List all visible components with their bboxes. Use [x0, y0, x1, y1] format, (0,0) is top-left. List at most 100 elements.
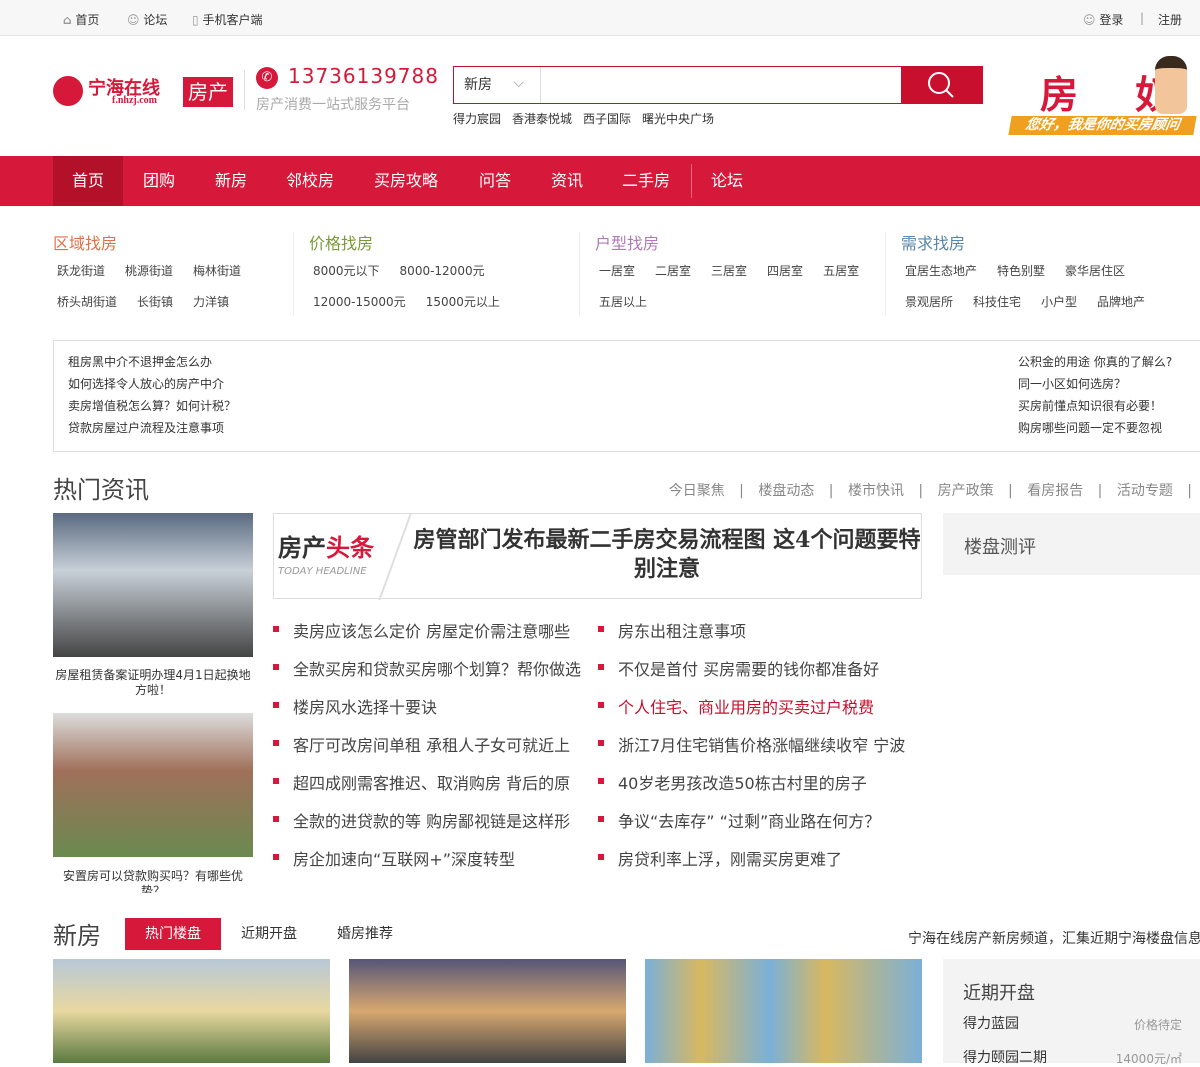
property-photo[interactable] — [53, 959, 330, 1063]
category-link[interactable]: 8000元以下 — [313, 262, 380, 279]
subnav-link[interactable]: 楼市快讯 — [848, 483, 904, 499]
property-price: 14000元/㎡ — [1115, 1052, 1182, 1066]
advisor-tagline[interactable]: 您好，我是你的买房顾问 — [1008, 116, 1197, 135]
category-title[interactable]: 需求找房 — [901, 230, 1161, 254]
category-link[interactable]: 二居室 — [655, 262, 691, 279]
category-link[interactable]: 宜居生态地产 — [905, 262, 977, 279]
tab-recent[interactable]: 近期开盘 — [221, 918, 317, 950]
nav-group-buy[interactable]: 团购 — [123, 156, 195, 206]
news-item[interactable]: 全款买房和贷款买房哪个划算？帮你做选 — [273, 656, 593, 694]
tip-link[interactable]: 购房哪些问题一定不要忽视 — [1018, 417, 1172, 439]
news-item[interactable]: 不仅是首付 买房需要的钱你都准备好 — [598, 656, 928, 694]
photo-caption[interactable]: 安置房可以贷款购买吗？有哪些优势？ — [53, 869, 253, 893]
photo-caption[interactable]: 房屋租赁备案证明办理4月1日起换地方啦！ — [53, 668, 253, 698]
register-link[interactable]: 注册 — [1158, 11, 1182, 28]
category-title[interactable]: 区域找房 — [53, 230, 257, 254]
tip-link[interactable]: 买房前懂点知识很有必要！ — [1018, 395, 1172, 417]
headline-title[interactable]: 房管部门发布最新二手房交易流程图 这4个问题要特别注意 — [412, 526, 922, 584]
subnav-link[interactable]: 房产政策 — [938, 483, 994, 499]
category-link[interactable]: 15000元以上 — [426, 293, 500, 310]
category-link[interactable]: 一居室 — [599, 262, 635, 279]
news-item[interactable]: 房企加速向“互联网+”深度转型 — [273, 846, 593, 884]
category-link[interactable]: 五居室 — [823, 262, 859, 279]
recent-openings-panel: 近期开盘 得力蓝园 价格待定 得力颐园二期 14000元/㎡ — [943, 959, 1200, 1066]
nav-new-homes[interactable]: 新房 — [195, 156, 267, 206]
news-item[interactable]: 超四成刚需客推迟、取消购房 背后的原 — [273, 770, 593, 808]
search-input[interactable] — [544, 69, 899, 101]
tip-link[interactable]: 如何选择令人放心的房产中介 — [68, 373, 236, 395]
headline-box[interactable]: 房产头条 TODAY HEADLINE 房管部门发布最新二手房交易流程图 这4个… — [273, 513, 922, 600]
category-link[interactable]: 三居室 — [711, 262, 747, 279]
nav-school-homes[interactable]: 邻校房 — [267, 156, 353, 206]
subnav-link[interactable]: 活动专题 — [1117, 483, 1173, 499]
tip-link[interactable]: 贷款房屋过户流程及注意事项 — [68, 417, 236, 439]
category-link[interactable]: 小户型 — [1041, 293, 1077, 310]
property-name[interactable]: 得力颐园二期 — [963, 1047, 1047, 1067]
forum-link[interactable]: ☺ 论坛 — [127, 11, 167, 28]
nav-forum[interactable]: 论坛 — [693, 156, 761, 206]
category-link[interactable]: 12000-15000元 — [313, 293, 406, 310]
category-link[interactable]: 豪华居住区 — [1065, 262, 1125, 279]
home-link[interactable]: ⌂ 首页 — [63, 11, 99, 28]
tab-hot[interactable]: 热门楼盘 — [125, 918, 221, 950]
subnav-link[interactable]: 看房报告 — [1027, 483, 1083, 499]
news-photo[interactable] — [53, 713, 253, 857]
nav-news[interactable]: 资讯 — [531, 156, 603, 206]
news-item[interactable]: 浙江7月住宅销售价格涨幅继续收窄 宁波 — [598, 732, 928, 770]
category-link[interactable]: 科技住宅 — [973, 293, 1021, 310]
logo-icon[interactable] — [53, 76, 83, 106]
news-item[interactable]: 房东出租注意事项 — [598, 618, 928, 656]
category-link[interactable]: 梅林街道 — [193, 262, 241, 279]
subnav-link[interactable]: 今日聚焦 — [669, 483, 725, 499]
category-link[interactable]: 五居以上 — [599, 293, 647, 310]
panel-title[interactable]: 楼盘测评 — [964, 533, 1036, 559]
category-title[interactable]: 户型找房 — [595, 230, 875, 254]
category-link[interactable]: 长街镇 — [137, 293, 173, 310]
nav-qa[interactable]: 问答 — [459, 156, 531, 206]
login-link[interactable]: ☺ 登录 — [1083, 11, 1123, 28]
news-item[interactable]: 楼房风水选择十要诀 — [273, 694, 593, 732]
category-link[interactable]: 品牌地产 — [1097, 293, 1145, 310]
news-item[interactable]: 全款的进贷款的等 购房鄙视链是这样形 — [273, 808, 593, 846]
hot-keyword[interactable]: 曙光中央广场 — [642, 112, 714, 126]
subnav-link[interactable]: 楼盘动态 — [758, 483, 814, 499]
nav-resale[interactable]: 二手房 — [603, 156, 689, 206]
slogan: 房产消费一站式服务平台 — [256, 97, 410, 113]
tips-right: 公积金的用途 你真的了解么? 同一小区如何选房？ 买房前懂点知识很有必要！ 购房哪些问… — [1018, 351, 1172, 439]
tip-link[interactable]: 同一小区如何选房？ — [1018, 373, 1172, 395]
news-item[interactable]: 个人住宅、商业用房的买卖过户税费 — [598, 694, 928, 732]
phone-icon: ▯ — [192, 13, 199, 27]
search-button[interactable] — [901, 66, 982, 104]
news-item[interactable]: 客厅可改房间单租 承租人子女可就近上 — [273, 732, 593, 770]
category-link[interactable]: 8000-12000元 — [400, 262, 485, 279]
tip-link[interactable]: 公积金的用途 你真的了解么? — [1018, 351, 1172, 373]
hot-keyword[interactable]: 西子国际 — [583, 112, 631, 126]
category-link[interactable]: 四居室 — [767, 262, 803, 279]
hot-keyword[interactable]: 香港泰悦城 — [512, 112, 572, 126]
news-photo[interactable] — [53, 513, 253, 657]
category-link[interactable]: 桃源街道 — [125, 262, 173, 279]
user-icon: ☺ — [1083, 13, 1096, 27]
category-link[interactable]: 景观居所 — [905, 293, 953, 310]
category-link[interactable]: 特色别墅 — [997, 262, 1045, 279]
nav-buying-guide[interactable]: 买房攻略 — [353, 156, 459, 206]
hot-keyword[interactable]: 得力宸园 — [453, 112, 501, 126]
nav-home[interactable]: 首页 — [53, 156, 123, 206]
property-photo[interactable] — [349, 959, 626, 1063]
category-link[interactable]: 力洋镇 — [193, 293, 229, 310]
tip-link[interactable]: 卖房增值税怎么算？如何计税？ — [68, 395, 236, 417]
category-layout: 户型找房 一居室 二居室 三居室 四居室 五居室 五居以上 — [595, 230, 875, 324]
property-photo[interactable] — [645, 959, 922, 1063]
news-item[interactable]: 房贷利率上浮，刚需买房更难了 — [598, 846, 928, 884]
news-item[interactable]: 40岁老男孩改造50栋古村里的房子 — [598, 770, 928, 808]
property-name[interactable]: 得力蓝园 — [963, 1013, 1019, 1033]
category-link[interactable]: 桥头胡街道 — [57, 293, 117, 310]
category-title[interactable]: 价格找房 — [309, 230, 516, 254]
tip-link[interactable]: 租房黑中介不退押金怎么办 — [68, 351, 236, 373]
news-item[interactable]: 争议“去库存” “过剩”商业路在何方？ — [598, 808, 928, 846]
mobile-link[interactable]: ▯ 手机客户端 — [192, 11, 262, 28]
category-link[interactable]: 跃龙街道 — [57, 262, 105, 279]
search-type-select[interactable]: 新房 ⌵ — [454, 67, 541, 103]
tab-wedding[interactable]: 婚房推荐 — [317, 918, 413, 950]
news-item[interactable]: 卖房应该怎么定价 房屋定价需注意哪些 — [273, 618, 593, 656]
